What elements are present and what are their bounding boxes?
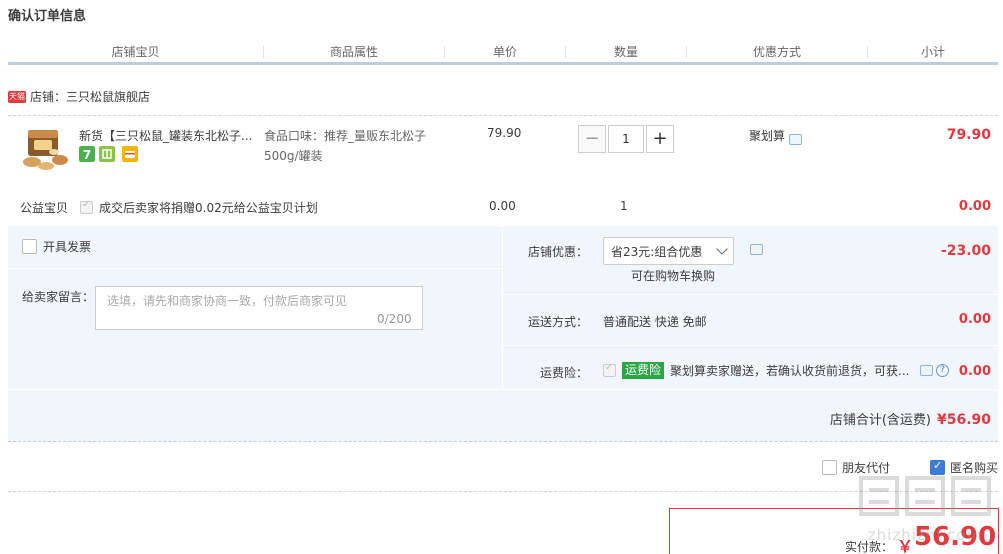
credit-card-icon[interactable] bbox=[119, 146, 141, 162]
shop-discount-value: -23.00 bbox=[940, 243, 991, 259]
header-underline bbox=[8, 62, 998, 65]
chevron-down-icon bbox=[716, 243, 728, 255]
help-icon[interactable]: ? bbox=[936, 364, 949, 377]
charity-subtotal: 0.00 bbox=[958, 199, 991, 214]
charity-quantity: 1 bbox=[620, 199, 628, 213]
charity-text: 成交后卖家将捐赠0.02元给公益宝贝计划 bbox=[99, 201, 318, 215]
quantity-increase-button[interactable]: + bbox=[646, 125, 674, 153]
shop-discount-select[interactable]: 省23元:组合优惠 bbox=[603, 237, 734, 265]
svg-text:7: 7 bbox=[83, 148, 91, 162]
quantity-input[interactable]: 1 bbox=[608, 125, 644, 153]
insurance-text: 聚划算卖家赠送，若确认收货前退货，可获... bbox=[670, 364, 910, 378]
shop-row: 天猫 店铺：三只松鼠旗舰店 bbox=[8, 88, 150, 105]
seller-message-label: 给卖家留言： bbox=[22, 290, 95, 304]
product-thumbnail[interactable] bbox=[20, 126, 72, 174]
svg-text:zhizhizhi.com: zhizhizhi.com bbox=[868, 526, 982, 544]
shop-total-label: 店铺合计(含运费) bbox=[829, 413, 931, 428]
quantity-decrease-button[interactable]: − bbox=[578, 125, 606, 153]
shipping-value: 0.00 bbox=[958, 312, 991, 327]
seller-message-placeholder: 选填，请先和商家协商一致，付款后商家可见 bbox=[107, 294, 348, 308]
shipping-method: 普通配送 快递 免邮 bbox=[603, 315, 707, 329]
insurance-icons: ? bbox=[920, 364, 949, 377]
column-header-attributes: 商品属性 bbox=[329, 45, 378, 59]
seller-message-counter: 0/200 bbox=[377, 312, 412, 326]
shop-total: 店铺合计(含运费) ¥56.90 bbox=[830, 409, 991, 428]
unit-price: 79.90 bbox=[487, 126, 522, 140]
tmall-badge-icon: 天猫 bbox=[8, 90, 26, 103]
shop-discount-selected: 省23元:组合优惠 bbox=[611, 244, 703, 259]
panel-divider bbox=[503, 345, 998, 346]
service-icons: 7 bbox=[79, 146, 141, 162]
panel-divider bbox=[8, 268, 502, 269]
invoice-label: 开具发票 bbox=[43, 240, 92, 254]
column-header-shop-item: 店铺宝贝 bbox=[111, 45, 160, 59]
shipping-label: 运送方式： bbox=[528, 315, 589, 329]
column-header-unit-price: 单价 bbox=[492, 45, 517, 59]
section-title: 确认订单信息 bbox=[8, 9, 87, 24]
shop-discount-label: 店铺优惠： bbox=[528, 245, 589, 259]
product-name-link[interactable]: 新货【三只松鼠_罐装东北松子... bbox=[79, 127, 259, 144]
panel-divider bbox=[503, 294, 998, 295]
item-subtotal: 79.90 bbox=[946, 127, 991, 143]
invoice-option[interactable]: 开具发票 bbox=[22, 238, 91, 255]
shop-total-value: ¥56.90 bbox=[936, 412, 991, 428]
insurance-badge: 运费险 bbox=[622, 362, 665, 379]
seven-day-return-icon[interactable]: 7 bbox=[79, 146, 95, 162]
charity-price: 0.00 bbox=[489, 199, 516, 213]
panel-divider bbox=[502, 226, 503, 389]
charity-checkbox bbox=[80, 199, 93, 214]
chat-bubble-icon[interactable] bbox=[920, 365, 933, 376]
invoice-checkbox[interactable] bbox=[22, 239, 37, 254]
insurance-row: 运费险 聚划算卖家赠送，若确认收货前退货，可获... bbox=[603, 362, 914, 379]
insurance-checkbox bbox=[603, 362, 616, 377]
chat-bubble-icon[interactable] bbox=[750, 244, 763, 255]
friend-pay-checkbox[interactable] bbox=[822, 460, 837, 475]
shop-name-link[interactable]: 店铺：三只松鼠旗舰店 bbox=[30, 88, 150, 105]
column-header-discount: 优惠方式 bbox=[752, 45, 801, 59]
column-header-quantity: 数量 bbox=[613, 45, 638, 59]
panel-divider bbox=[8, 389, 998, 390]
charity-label: 公益宝贝 bbox=[20, 201, 69, 215]
product-attributes: 食品口味：推荐_量贩东北松子500g/罐装 bbox=[264, 129, 427, 163]
delivery-guarantee-icon[interactable] bbox=[99, 146, 115, 162]
cart-swap-hint: 可在购物车换购 bbox=[631, 269, 716, 283]
charity-row: 成交后卖家将捐赠0.02元给公益宝贝计划 bbox=[80, 199, 318, 216]
watermark-logo: zhizhizhi.com bbox=[859, 476, 991, 544]
deal-label: 聚划算 bbox=[749, 129, 786, 143]
chat-bubble-icon[interactable] bbox=[789, 134, 803, 145]
column-header-subtotal: 小计 bbox=[920, 45, 945, 59]
divider bbox=[8, 491, 998, 492]
insurance-value: 0.00 bbox=[958, 364, 991, 379]
quantity-stepper: − 1 + bbox=[578, 125, 674, 153]
insurance-label: 运费险： bbox=[540, 366, 589, 380]
deal-info: 聚划算 bbox=[749, 126, 803, 145]
